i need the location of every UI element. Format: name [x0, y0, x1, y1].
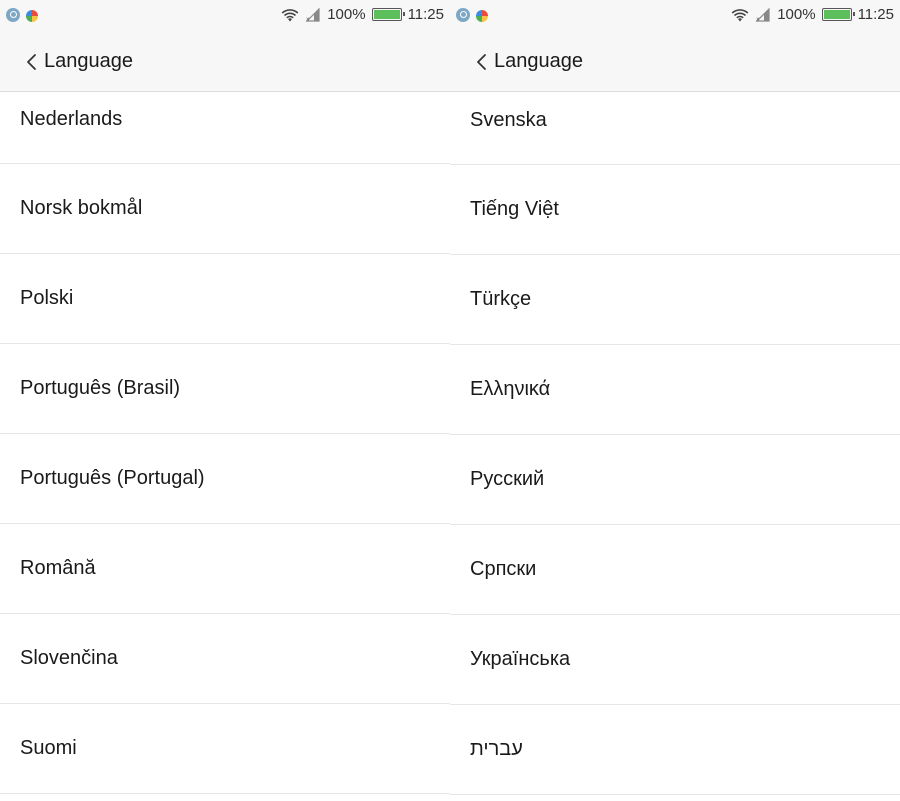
language-item[interactable]: Nederlands — [0, 92, 450, 164]
battery-percent: 100% — [777, 6, 816, 23]
language-list: Nederlands Norsk bokmål Polski Português… — [0, 92, 450, 794]
clock-time: 11:25 — [407, 6, 444, 23]
language-item[interactable]: עברית — [450, 705, 900, 795]
clock-icon — [456, 8, 470, 22]
language-item[interactable]: Türkçe — [450, 255, 900, 345]
language-item[interactable]: Svenska — [450, 92, 900, 165]
language-item[interactable]: Ελληνικά — [450, 345, 900, 435]
chevron-left-icon — [477, 53, 486, 70]
language-item[interactable]: Suomi — [0, 704, 450, 794]
language-label: Română — [20, 557, 96, 579]
battery-percent: 100% — [327, 6, 366, 23]
language-item[interactable]: Русский — [450, 435, 900, 525]
wifi-icon — [731, 8, 749, 21]
page-title: Language — [44, 50, 133, 72]
language-label: Slovenčina — [20, 647, 118, 669]
language-label: Türkçe — [470, 288, 532, 310]
svg-text:x: x — [756, 16, 760, 22]
status-icons: x 100% 11:25 — [731, 6, 894, 23]
language-label: Nederlands — [20, 108, 123, 130]
status-bar: x 100% 11:25 — [0, 0, 450, 32]
pinwheel-app-icon — [476, 9, 488, 22]
language-label: Português (Portugal) — [20, 467, 205, 489]
battery-icon — [821, 8, 855, 21]
pinwheel-app-icon — [26, 9, 38, 22]
notification-icons — [456, 8, 488, 22]
status-bar: x 100% 11:25 — [450, 0, 900, 32]
language-label: Русский — [470, 468, 545, 490]
language-item[interactable]: Norsk bokmål — [0, 164, 450, 254]
language-item[interactable]: Српски — [450, 525, 900, 615]
app-bar: Language — [0, 32, 450, 92]
app-bar: Language — [450, 32, 900, 92]
language-item[interactable]: Română — [0, 524, 450, 614]
cell-signal-icon: x — [755, 7, 770, 22]
language-item[interactable]: Tiếng Việt — [450, 165, 900, 255]
language-label: Português (Brasil) — [20, 377, 181, 399]
status-icons: x 100% 11:25 — [281, 6, 444, 23]
language-label: Українська — [470, 648, 571, 670]
wifi-icon — [281, 8, 299, 21]
language-label: Norsk bokmål — [20, 197, 143, 219]
notification-icons — [6, 8, 38, 22]
language-item[interactable]: Українська — [450, 615, 900, 705]
language-item[interactable]: Slovenčina — [0, 614, 450, 704]
language-label: Suomi — [20, 737, 77, 759]
language-label: Polski — [20, 287, 74, 309]
language-item[interactable]: Português (Brasil) — [0, 344, 450, 434]
language-label: Tiếng Việt — [470, 198, 559, 220]
left-screen: x 100% 11:25 Language Nederlands Norsk b… — [0, 0, 450, 801]
language-label: Svenska — [470, 109, 547, 131]
chevron-left-icon — [27, 53, 36, 70]
clock-time: 11:25 — [857, 6, 894, 23]
language-label: Српски — [470, 558, 537, 580]
language-item[interactable]: Português (Portugal) — [0, 434, 450, 524]
language-item[interactable]: Polski — [0, 254, 450, 344]
language-label: Ελληνικά — [470, 378, 551, 400]
right-screen: x 100% 11:25 Language Svenska Tiếng Việt… — [450, 0, 900, 801]
cell-signal-icon: x — [305, 7, 320, 22]
clock-icon — [6, 8, 20, 22]
battery-icon — [371, 8, 405, 21]
language-list: Svenska Tiếng Việt Türkçe Ελληνικά Русск… — [450, 92, 900, 795]
svg-text:x: x — [306, 16, 310, 22]
page-title: Language — [494, 50, 583, 72]
language-label: עברית — [470, 738, 523, 760]
